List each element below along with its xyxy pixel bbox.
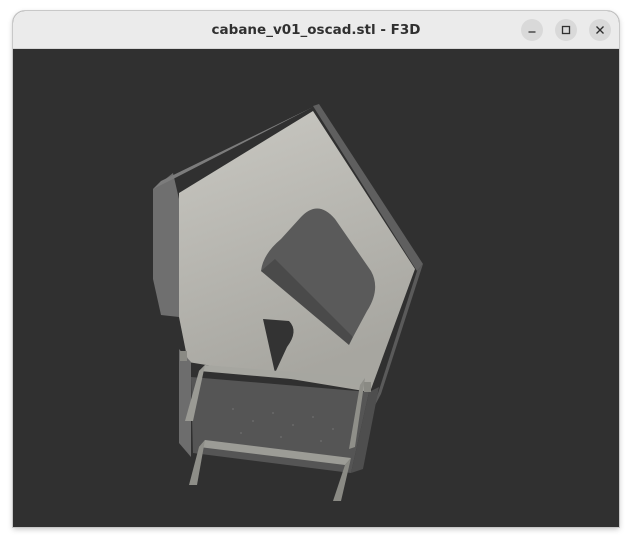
app-window: cabane_v01_oscad.stl - F3D [13, 11, 619, 527]
close-icon [596, 26, 604, 34]
maximize-icon [561, 25, 571, 35]
model-post-left [180, 351, 187, 361]
minimize-icon [528, 31, 536, 33]
maximize-button[interactable] [555, 19, 577, 41]
model-base-left [179, 349, 191, 457]
model-post-right [364, 382, 371, 392]
minimize-button[interactable] [521, 19, 543, 41]
model-left-side [153, 173, 179, 317]
title-bar[interactable]: cabane_v01_oscad.stl - F3D [13, 11, 619, 49]
close-button[interactable] [589, 19, 611, 41]
cabane-3d-model [153, 104, 423, 501]
3d-viewport[interactable] [13, 49, 619, 527]
